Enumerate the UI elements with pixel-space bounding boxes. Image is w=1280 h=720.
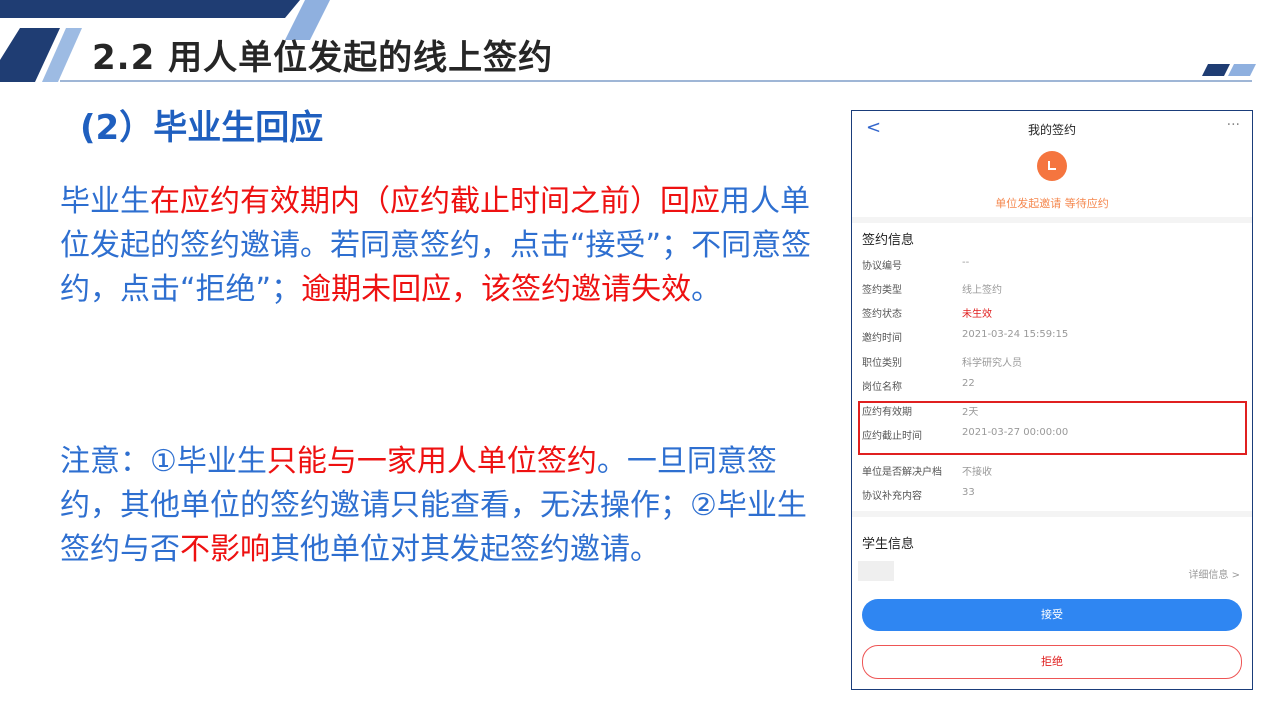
text-segment: 逾期未回应，该签约邀请失效 [301, 272, 692, 307]
field-value: 科学研究人员 [962, 358, 1022, 369]
status-text: 单位发起邀请 等待应约 [995, 197, 1109, 210]
text-segment: 在应约有效期内（应约截止时间之前） [150, 184, 660, 219]
divider [852, 511, 1252, 517]
field-value: 2021-03-24 15:59:15 [962, 329, 1069, 340]
slide-title: 2.2 用人单位发起的线上签约 [92, 38, 554, 78]
more-icon[interactable]: ··· [1227, 117, 1240, 133]
text-segment: 注意：①毕业生 [60, 444, 267, 479]
highlight-box [858, 401, 1247, 455]
text-segment: 其他单位对其发起签约邀请。 [270, 532, 660, 567]
field-label: 邀约时间 [862, 333, 902, 344]
field-row: 职位类别 科学研究人员 [862, 354, 1242, 374]
phone-page-title: 我的签约 [1027, 123, 1076, 137]
accept-button[interactable]: 接受 [862, 599, 1242, 631]
field-label: 单位是否解决户档 [862, 467, 942, 478]
field-row: 协议补充内容 33 [862, 487, 1242, 507]
field-label: 职位类别 [862, 358, 902, 369]
text-segment: 。 [691, 272, 722, 307]
text-segment: 毕业生 [60, 184, 150, 219]
paragraph-notes: 注意：①毕业生只能与一家用人单位签约。一旦同意签约，其他单位的签约邀请只能查看，… [60, 440, 820, 572]
section-title-student-info: 学生信息 [862, 537, 915, 552]
student-placeholder [858, 561, 894, 581]
field-row: 协议编号 -- [862, 257, 1242, 277]
field-row: 签约状态 未生效 [862, 305, 1242, 325]
field-row: 岗位名称 22 [862, 378, 1242, 398]
paragraph-instructions: 毕业生在应约有效期内（应约截止时间之前）回应用人单位发起的签约邀请。若同意签约，… [60, 180, 820, 312]
field-value: 33 [962, 487, 975, 498]
field-value: 不接收 [962, 467, 992, 478]
detail-link[interactable]: 详细信息 > [1188, 566, 1240, 581]
field-value: 未生效 [962, 309, 992, 320]
field-row: 邀约时间 2021-03-24 15:59:15 [862, 329, 1242, 349]
field-value: 22 [962, 378, 975, 389]
field-row: 签约类型 线上签约 [862, 281, 1242, 301]
clock-icon [1037, 151, 1067, 181]
slide-subtitle: (2）毕业生回应 [80, 108, 324, 148]
field-label: 签约状态 [862, 309, 902, 320]
field-label: 岗位名称 [862, 382, 902, 393]
text-segment: 回应 [660, 184, 720, 219]
field-value: 线上签约 [962, 285, 1002, 296]
field-label: 签约类型 [862, 285, 902, 296]
field-value: -- [962, 257, 970, 268]
reject-button[interactable]: 拒绝 [862, 645, 1242, 679]
phone-screenshot: < 我的签约 ··· 单位发起邀请 等待应约 签约信息 协议编号 -- 签约类型 线上… [851, 110, 1253, 690]
text-segment: 不影响 [180, 532, 270, 567]
field-row: 单位是否解决户档 不接收 [862, 463, 1242, 483]
field-label: 协议补充内容 [862, 491, 922, 502]
section-title-sign-info: 签约信息 [862, 233, 915, 248]
corner-decoration [1202, 64, 1256, 76]
text-segment: 只能与一家用人单位签约 [266, 444, 597, 479]
title-divider [60, 80, 1252, 82]
field-label: 协议编号 [862, 261, 902, 272]
divider [852, 217, 1252, 223]
